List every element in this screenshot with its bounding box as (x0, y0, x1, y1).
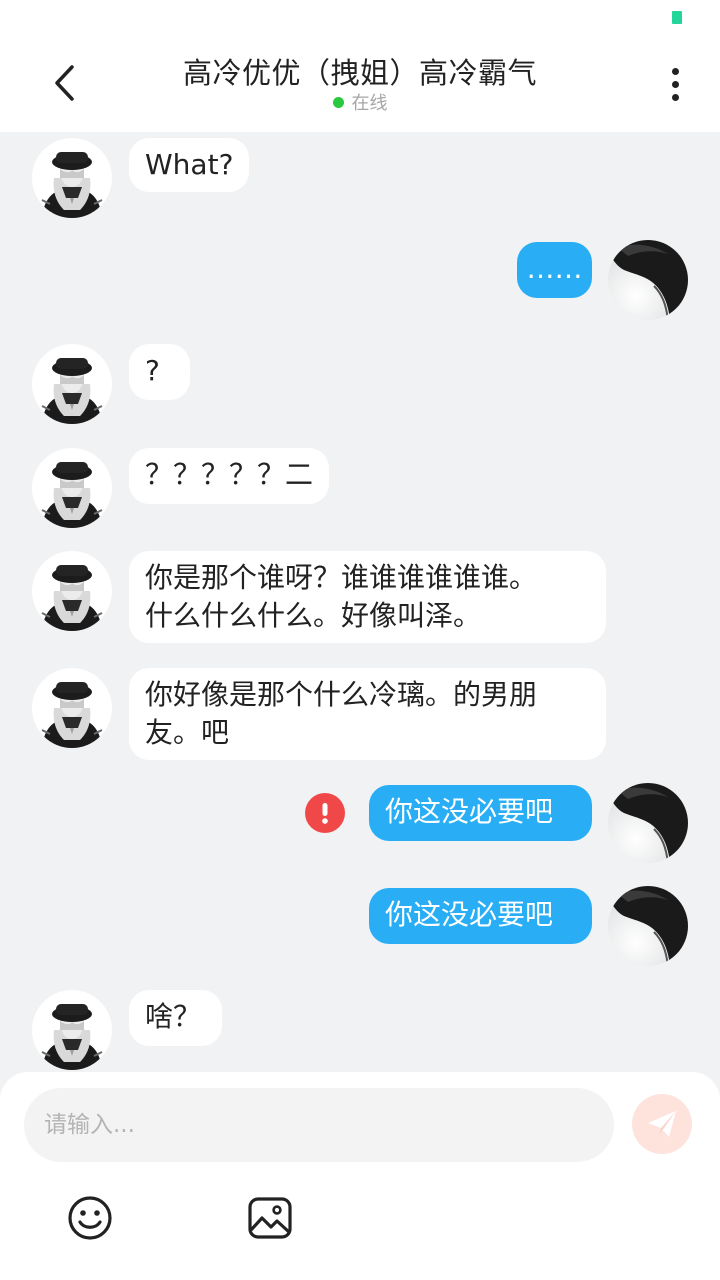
composer-panel (0, 1072, 720, 1280)
contact-avatar[interactable] (32, 448, 112, 528)
online-status-text: 在线 (351, 93, 388, 114)
chat-header: 高冷优优（拽姐）高冷霸气 在线 (0, 0, 720, 132)
contact-avatar[interactable] (32, 138, 112, 218)
contact-avatar[interactable] (32, 344, 112, 424)
image-button[interactable] (245, 1193, 295, 1243)
send-button[interactable] (632, 1094, 692, 1154)
image-icon (248, 1197, 292, 1239)
battery-indicator (672, 11, 682, 24)
contact-avatar[interactable] (32, 990, 112, 1070)
paper-plane-icon (648, 1111, 676, 1137)
message-bubble-outgoing[interactable]: 你这没必要吧 (369, 785, 592, 841)
message-bubble-incoming[interactable]: 啥？ (129, 990, 222, 1046)
message-bubble-incoming[interactable]: What? (129, 138, 250, 192)
message-input[interactable] (24, 1088, 614, 1162)
emoji-button[interactable] (65, 1193, 115, 1243)
online-status: 在线 (0, 89, 720, 115)
online-dot (332, 96, 344, 108)
smiley-icon (68, 1196, 112, 1240)
more-vertical-icon (671, 67, 679, 75)
chat-title: 高冷优优（拽姐）高冷霸气 (182, 56, 537, 90)
message-bubble-incoming[interactable]: ？？？？？二 (129, 448, 330, 504)
exclamation-icon (322, 803, 328, 824)
message-line: 你是那个谁呀？谁谁谁谁谁谁。 (145, 561, 538, 594)
more-options-button[interactable] (660, 62, 690, 106)
message-line: 你好像是那个什么冷璃。的男朋 (145, 678, 538, 711)
message-line: 什么什么什么。好像叫泽。 (145, 599, 482, 632)
contact-avatar[interactable] (32, 668, 112, 748)
message-bubble-incoming[interactable]: ? (129, 344, 190, 400)
my-avatar[interactable] (608, 240, 688, 320)
message-bubble-outgoing[interactable]: …… (517, 242, 592, 298)
message-bubble-incoming[interactable]: 你是那个谁呀？谁谁谁谁谁谁。 什么什么什么。好像叫泽。 (129, 551, 606, 643)
message-line: 友。吧 (145, 716, 230, 749)
send-failed-button[interactable] (305, 793, 345, 833)
my-avatar[interactable] (608, 886, 688, 966)
my-avatar[interactable] (608, 783, 688, 863)
message-bubble-outgoing[interactable]: 你这没必要吧 (369, 888, 592, 944)
contact-avatar[interactable] (32, 551, 112, 631)
message-bubble-incoming[interactable]: 你好像是那个什么冷璃。的男朋 友。吧 (129, 668, 606, 760)
